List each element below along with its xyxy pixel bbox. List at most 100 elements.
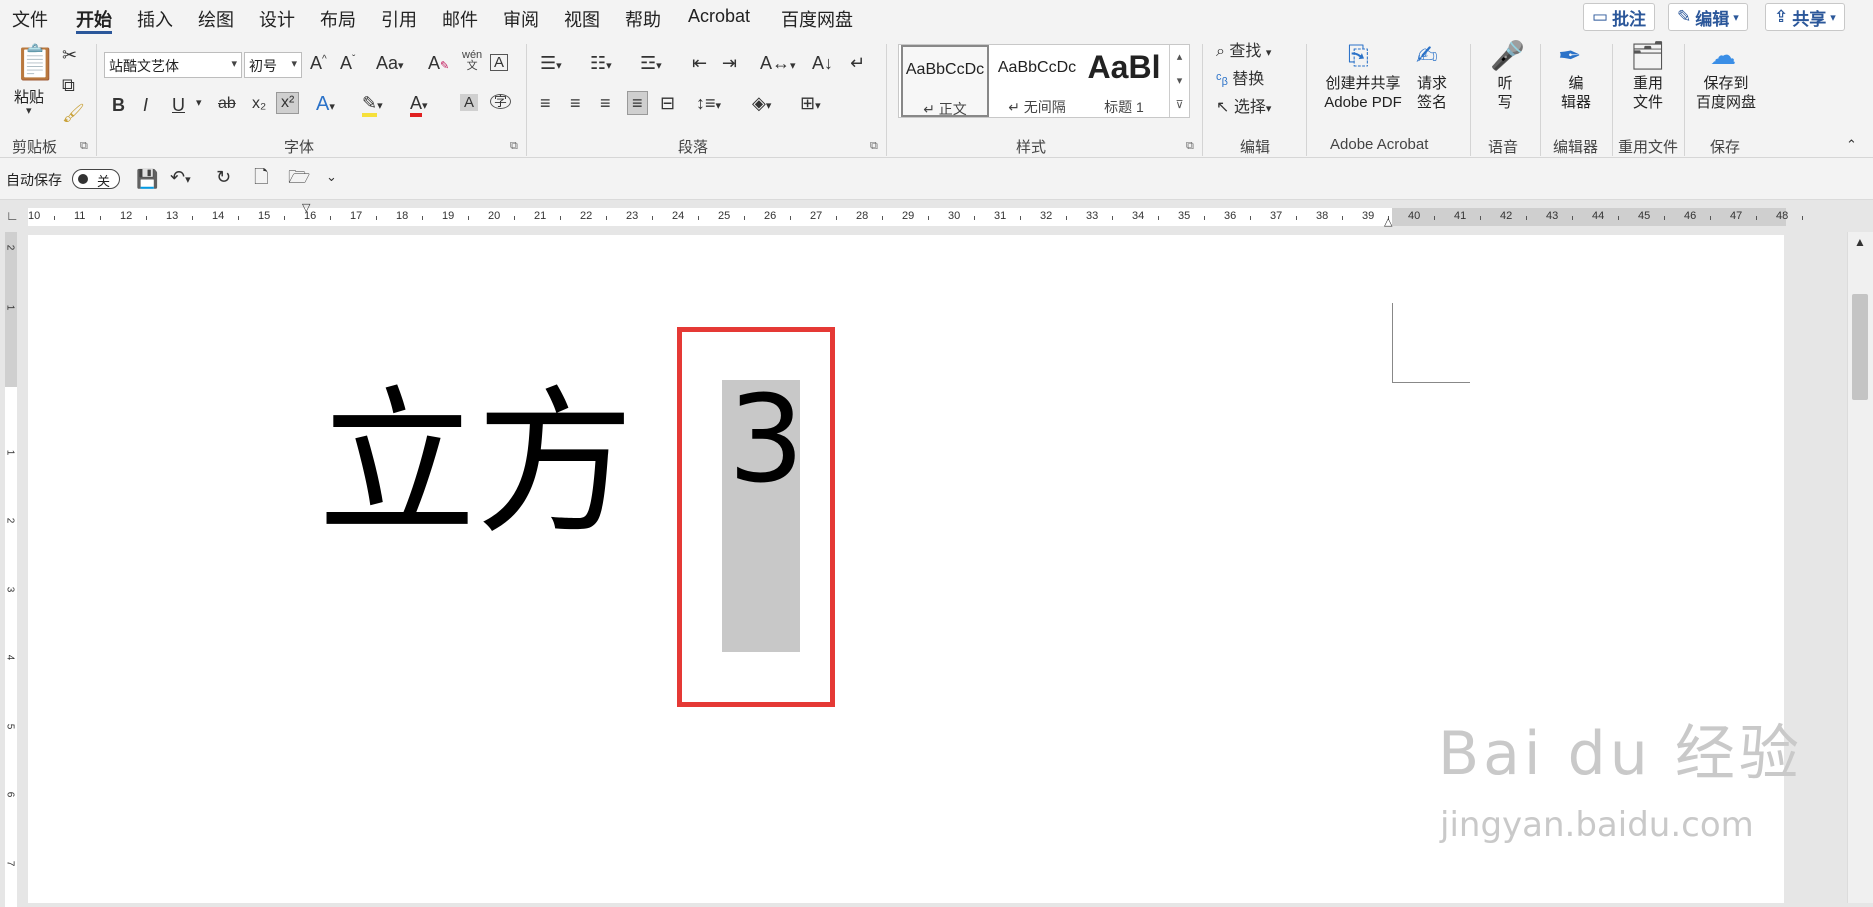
new-document-icon[interactable]: 🗋 (254, 168, 268, 186)
comment-icon: ▭ (1592, 7, 1609, 26)
document-main-text[interactable]: 立方 (318, 385, 634, 543)
phonetic-guide-icon[interactable]: wén 文 (462, 50, 482, 72)
create-share-pdf-button[interactable]: 创建并共享 Adobe PDF (1318, 74, 1408, 112)
collapse-ribbon-icon[interactable]: ⌃ (1846, 138, 1857, 151)
autosave-toggle[interactable]: 关 (72, 169, 120, 189)
horizontal-ruler[interactable]: ∟ 10 11 12 13 14 15 16 17 18 19 20 21 22 23 24 25 26 27 28… (0, 203, 1873, 230)
highlight-color-icon[interactable]: ✎▾ (362, 93, 383, 117)
ruler-tick (1756, 216, 1757, 220)
editor-button[interactable]: 编辑器 (1556, 74, 1596, 112)
underline-button[interactable]: U (172, 96, 185, 114)
find-button[interactable]: ⌕ 查找 ▾ (1216, 44, 1271, 60)
character-border-icon[interactable]: A (490, 54, 509, 71)
change-case-icon[interactable]: Aa▾ (376, 54, 404, 72)
tab-design[interactable]: 设计 (259, 6, 295, 32)
tab-file[interactable]: 文件 (12, 6, 48, 32)
tab-home[interactable]: 开始 (76, 6, 112, 32)
increase-indent-icon[interactable]: ⇥ (722, 54, 737, 72)
style-no-spacing[interactable]: AaBbCcDc ↵ 无间隔 (993, 45, 1081, 117)
tab-mailings[interactable]: 邮件 (442, 6, 478, 32)
ruler-number: 42 (1500, 210, 1513, 222)
styles-scroll[interactable]: ▴ ▾ ⊽ (1169, 45, 1189, 117)
clear-formatting-icon[interactable]: A✎ (428, 54, 449, 72)
chevron-down-icon[interactable]: ▾ (196, 98, 202, 109)
strikethrough-button[interactable]: ab (218, 96, 236, 112)
style-heading-1[interactable]: AaBl 标题 1 (1085, 45, 1163, 117)
tab-review[interactable]: 审阅 (503, 6, 539, 32)
redo-icon[interactable]: ↻ (216, 168, 231, 186)
show-marks-icon[interactable]: ↵ (850, 54, 865, 72)
numbering-icon[interactable]: ☷▾ (590, 54, 612, 72)
line-spacing-icon[interactable]: ↕≡▾ (696, 94, 721, 112)
multilevel-list-icon[interactable]: ☲▾ (640, 54, 662, 72)
text-effects-icon[interactable]: A▾ (316, 94, 335, 114)
share-button[interactable]: ⇪ 共享 ▾ (1765, 3, 1845, 31)
copy-icon[interactable]: ⧉ (62, 76, 75, 94)
tab-selector-icon[interactable]: ∟ (6, 209, 19, 222)
chevron-down-icon[interactable]: ▾ (26, 106, 32, 117)
dialog-launcher-icon[interactable]: ⧉ (80, 140, 88, 153)
tab-view[interactable]: 视图 (564, 6, 600, 32)
ruler-number: 27 (810, 210, 823, 222)
dialog-launcher-icon[interactable]: ⧉ (1186, 140, 1194, 153)
font-size-combo[interactable]: 初号 ▾ (244, 52, 302, 78)
align-left-icon[interactable]: ≡ (540, 94, 551, 112)
save-icon[interactable]: 💾 (136, 170, 158, 188)
subscript-button[interactable]: x₂ (252, 96, 266, 112)
ruler-tick (928, 216, 929, 220)
paste-button[interactable]: 粘贴 (14, 86, 44, 107)
font-size-value: 初号 (249, 58, 277, 74)
cut-icon[interactable]: ✂ (62, 46, 77, 64)
vertical-ruler[interactable]: 2 1 1 2 3 4 5 6 7 (0, 232, 20, 907)
dialog-launcher-icon[interactable]: ⧉ (510, 140, 518, 153)
paste-icon[interactable]: 📋 (14, 46, 56, 80)
save-to-baidu-button[interactable]: 保存到 百度网盘 (1694, 74, 1758, 112)
style-normal[interactable]: AaBbCcDc ↵ 正文 (901, 45, 989, 117)
request-signature-button[interactable]: 请求 签名 (1412, 74, 1452, 112)
undo-icon[interactable]: ↶▾ (170, 168, 191, 186)
sort-icon[interactable]: A↓ (812, 54, 833, 72)
customize-qat-icon[interactable]: ⌄ (326, 170, 337, 183)
right-indent-icon[interactable]: △ (1384, 217, 1392, 228)
tab-references[interactable]: 引用 (381, 6, 417, 32)
borders-icon[interactable]: ⊞▾ (800, 94, 821, 112)
font-color-icon[interactable]: A▾ (410, 93, 428, 117)
open-folder-icon[interactable]: 🗁 (288, 168, 310, 186)
replace-button[interactable]: ᶜᵦ 替换 (1216, 72, 1264, 88)
first-line-indent-icon[interactable]: ▽ (302, 203, 310, 214)
scrollbar-thumb[interactable] (1852, 294, 1868, 400)
dialog-launcher-icon[interactable]: ⧉ (870, 140, 878, 153)
align-center-icon[interactable]: ≡ (570, 94, 581, 112)
format-painter-icon[interactable]: 🖌 (62, 104, 85, 122)
bold-button[interactable]: B (112, 96, 125, 114)
grow-font-icon[interactable]: A^ (310, 54, 327, 72)
tab-acrobat[interactable]: Acrobat (688, 6, 750, 27)
shading-icon[interactable]: ◈▾ (752, 94, 771, 112)
reuse-files-button[interactable]: 重用 文件 (1628, 74, 1668, 112)
tab-insert[interactable]: 插入 (137, 6, 173, 32)
group-separator (526, 44, 527, 156)
enclose-characters-icon[interactable]: 字 (490, 94, 512, 109)
scroll-up-icon[interactable]: ▲ (1854, 236, 1866, 248)
distributed-icon[interactable]: ⊟ (660, 94, 675, 112)
superscript-button[interactable]: x² (276, 92, 300, 114)
vertical-scrollbar[interactable]: ▲ (1847, 232, 1873, 903)
select-button[interactable]: ↖ 选择▾ (1216, 100, 1271, 116)
bullets-icon[interactable]: ☰▾ (540, 54, 562, 72)
document-page[interactable]: 立方 3 Bai du 经验 jingyan.baidu.com (28, 235, 1799, 903)
tab-baidu-netdisk[interactable]: 百度网盘 (781, 6, 853, 32)
edit-mode-button[interactable]: ✎ 编辑 ▾ (1668, 3, 1748, 31)
italic-button[interactable]: I (143, 96, 148, 114)
dictate-button[interactable]: 听写 (1490, 74, 1520, 112)
shrink-font-icon[interactable]: Aˇ (340, 54, 355, 72)
comment-button[interactable]: ▭ 批注 (1583, 3, 1656, 31)
tab-draw[interactable]: 绘图 (198, 6, 234, 32)
align-right-icon[interactable]: ≡ (600, 94, 611, 112)
justify-icon[interactable]: ≡ (627, 91, 648, 115)
text-direction-icon[interactable]: A↔▾ (760, 54, 796, 72)
tab-help[interactable]: 帮助 (625, 6, 661, 32)
font-name-combo[interactable]: 站酷文艺体 ▾ (104, 52, 242, 78)
decrease-indent-icon[interactable]: ⇤ (692, 54, 707, 72)
tab-layout[interactable]: 布局 (320, 6, 356, 32)
character-shading-icon[interactable]: A (460, 94, 479, 111)
